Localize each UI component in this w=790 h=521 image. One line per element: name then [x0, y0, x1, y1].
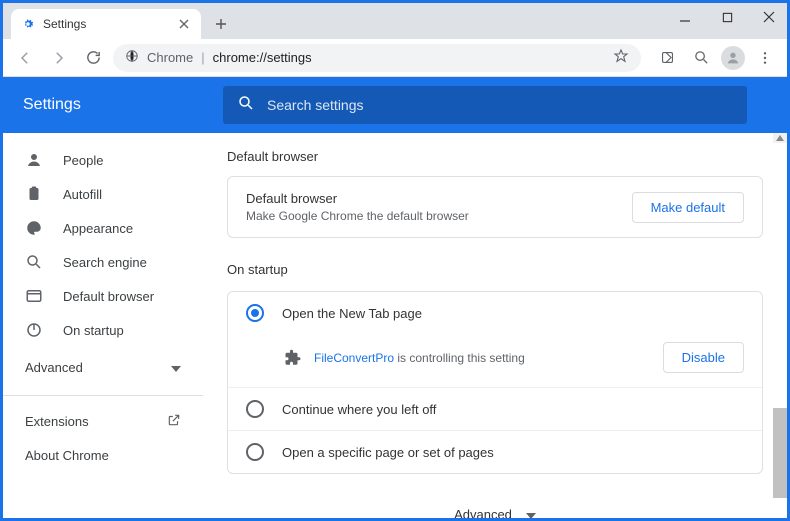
- toolbar-right: [653, 44, 779, 72]
- sidebar-advanced-label: Advanced: [25, 360, 83, 375]
- chrome-window: Settings Chrome | chrome://settings: [0, 0, 790, 521]
- chevron-down-icon: [526, 507, 536, 519]
- search-icon[interactable]: [687, 44, 715, 72]
- site-info-icon[interactable]: [125, 49, 139, 66]
- chevron-down-icon: [171, 360, 181, 375]
- sidebar-item-autofill[interactable]: Autofill: [3, 177, 203, 211]
- bookmark-star-icon[interactable]: [613, 48, 629, 67]
- address-bar[interactable]: Chrome | chrome://settings: [113, 44, 641, 72]
- sidebar-item-search-engine[interactable]: Search engine: [3, 245, 203, 279]
- menu-icon[interactable]: [751, 44, 779, 72]
- minimize-button[interactable]: [671, 7, 699, 27]
- sidebar-label: Default browser: [63, 289, 154, 304]
- omnibox-scheme: Chrome: [147, 50, 193, 65]
- sidebar-item-appearance[interactable]: Appearance: [3, 211, 203, 245]
- default-browser-card: Default browser Make Google Chrome the d…: [227, 176, 763, 238]
- search-icon: [237, 94, 255, 117]
- extension-notice-suffix: is controlling this setting: [394, 351, 525, 365]
- search-icon: [25, 253, 43, 271]
- section-startup-title: On startup: [227, 262, 763, 277]
- radio-newtab[interactable]: [246, 304, 264, 322]
- sidebar-extensions-label: Extensions: [25, 414, 89, 429]
- section-default-browser-title: Default browser: [227, 149, 763, 164]
- settings-sidebar: People Autofill Appearance Search engine…: [3, 133, 203, 518]
- forward-button[interactable]: [45, 44, 73, 72]
- sidebar-item-people[interactable]: People: [3, 143, 203, 177]
- tab-title: Settings: [43, 17, 86, 31]
- sidebar-label: On startup: [63, 323, 124, 338]
- sidebar-label: Autofill: [63, 187, 102, 202]
- scrollbar-thumb[interactable]: [773, 408, 787, 498]
- extension-controlling-notice: FileConvertPro is controlling this setti…: [228, 334, 762, 387]
- sidebar-label: Appearance: [63, 221, 133, 236]
- radio-specific[interactable]: [246, 443, 264, 461]
- radio-specific-label: Open a specific page or set of pages: [282, 445, 494, 460]
- palette-icon: [25, 219, 43, 237]
- settings-header: Settings: [3, 77, 787, 133]
- settings-main: Default browser Default browser Make Goo…: [203, 133, 787, 518]
- disable-extension-button[interactable]: Disable: [663, 342, 744, 373]
- radio-continue-label: Continue where you left off: [282, 402, 436, 417]
- radio-newtab-label: Open the New Tab page: [282, 306, 422, 321]
- new-tab-button[interactable]: [209, 12, 233, 36]
- sidebar-advanced-toggle[interactable]: Advanced: [3, 347, 203, 387]
- radio-continue[interactable]: [246, 400, 264, 418]
- settings-body: People Autofill Appearance Search engine…: [3, 133, 787, 518]
- startup-option-newtab[interactable]: Open the New Tab page: [228, 292, 762, 334]
- make-default-button[interactable]: Make default: [632, 192, 744, 223]
- sidebar-item-default-browser[interactable]: Default browser: [3, 279, 203, 313]
- maximize-button[interactable]: [713, 7, 741, 27]
- browser-icon: [25, 287, 43, 305]
- startup-card: Open the New Tab page FileConvertPro is …: [227, 291, 763, 474]
- sidebar-divider: [3, 395, 203, 396]
- extension-icon[interactable]: [653, 44, 681, 72]
- external-link-icon: [167, 413, 181, 430]
- sidebar-extensions[interactable]: Extensions: [3, 404, 203, 438]
- person-icon: [25, 151, 43, 169]
- extension-puzzle-icon: [284, 349, 302, 367]
- omnibox-url: chrome://settings: [213, 50, 312, 65]
- sidebar-about-chrome[interactable]: About Chrome: [3, 438, 203, 472]
- settings-search-input[interactable]: [267, 97, 733, 113]
- browser-tab[interactable]: Settings: [11, 9, 201, 39]
- settings-search[interactable]: [223, 86, 747, 124]
- startup-option-specific[interactable]: Open a specific page or set of pages: [228, 430, 762, 473]
- default-browser-row: Default browser Make Google Chrome the d…: [228, 177, 762, 237]
- footer-advanced-label: Advanced: [454, 507, 512, 519]
- sidebar-about-label: About Chrome: [25, 448, 109, 463]
- extension-notice-text: FileConvertPro is controlling this setti…: [314, 351, 525, 365]
- back-button[interactable]: [11, 44, 39, 72]
- page-title: Settings: [23, 96, 203, 114]
- sidebar-item-on-startup[interactable]: On startup: [3, 313, 203, 347]
- browser-toolbar: Chrome | chrome://settings: [3, 39, 787, 77]
- window-controls: [671, 7, 783, 27]
- settings-page: Settings People Autofill: [3, 77, 787, 518]
- close-window-button[interactable]: [755, 7, 783, 27]
- titlebar: Settings: [3, 3, 787, 39]
- sidebar-label: Search engine: [63, 255, 147, 270]
- default-browser-primary: Default browser: [246, 191, 469, 206]
- scroll-up-arrow[interactable]: [773, 133, 787, 143]
- settings-gear-icon: [21, 17, 35, 31]
- sidebar-label: People: [63, 153, 103, 168]
- omnibox-separator: |: [201, 50, 204, 65]
- footer-advanced-toggle[interactable]: Advanced: [227, 494, 763, 518]
- close-tab-icon[interactable]: [177, 17, 191, 31]
- extension-name-link[interactable]: FileConvertPro: [314, 351, 394, 365]
- profile-avatar[interactable]: [721, 46, 745, 70]
- reload-button[interactable]: [79, 44, 107, 72]
- startup-option-continue[interactable]: Continue where you left off: [228, 387, 762, 430]
- clipboard-icon: [25, 185, 43, 203]
- default-browser-secondary: Make Google Chrome the default browser: [246, 209, 469, 223]
- power-icon: [25, 321, 43, 339]
